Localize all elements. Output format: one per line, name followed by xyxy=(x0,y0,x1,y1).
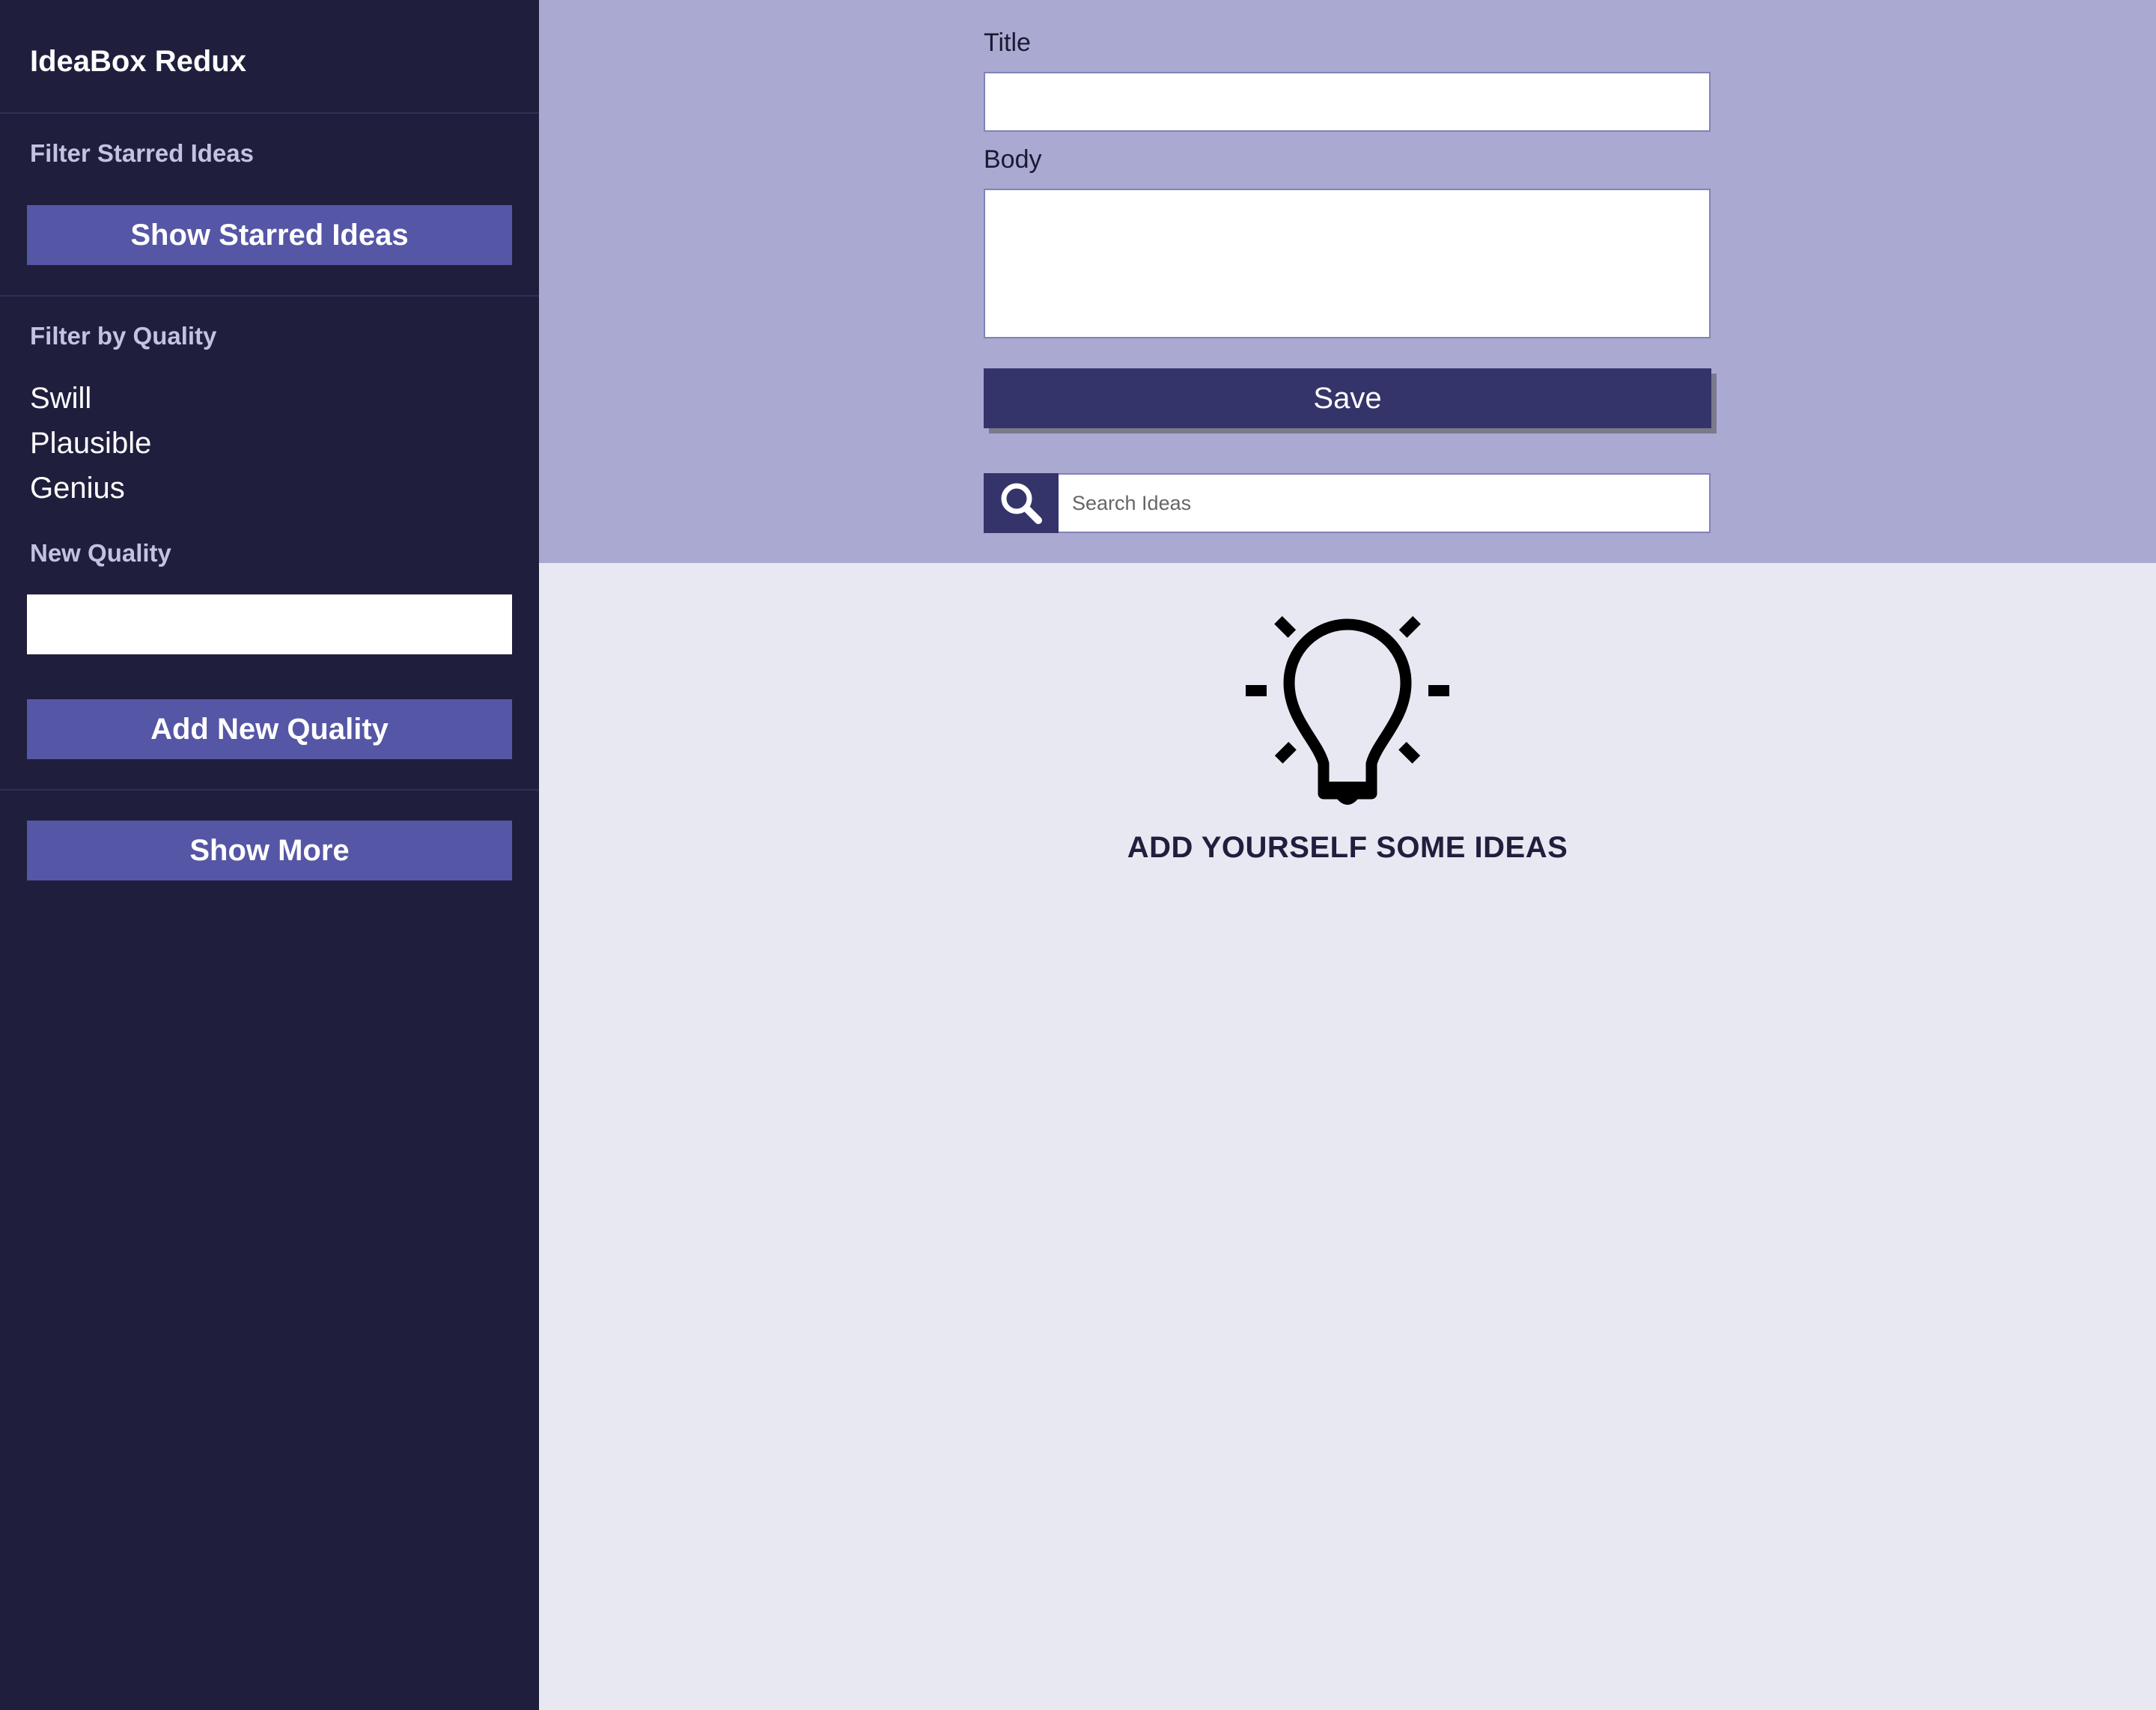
new-quality-input[interactable] xyxy=(27,594,512,654)
save-button[interactable]: Save xyxy=(984,368,1711,428)
empty-state-message: ADD YOURSELF SOME IDEAS xyxy=(1127,831,1568,864)
search-button[interactable] xyxy=(984,473,1059,533)
quality-item-genius[interactable]: Genius xyxy=(30,472,125,505)
sidebar: IdeaBox Redux Filter Starred Ideas Show … xyxy=(0,0,539,1710)
filter-quality-label: Filter by Quality xyxy=(30,322,217,350)
search-icon xyxy=(1001,483,1042,524)
show-more-button[interactable]: Show More xyxy=(27,821,512,880)
search-input[interactable] xyxy=(1059,473,1711,533)
title-label: Title xyxy=(984,28,1031,57)
add-quality-button[interactable]: Add New Quality xyxy=(27,699,512,759)
lightbulb-icon xyxy=(1246,615,1449,805)
app-title: IdeaBox Redux xyxy=(30,45,246,78)
divider xyxy=(0,112,539,114)
filter-starred-label: Filter Starred Ideas xyxy=(30,139,254,167)
divider xyxy=(0,789,539,791)
divider xyxy=(0,295,539,296)
quality-item-swill[interactable]: Swill xyxy=(30,382,91,416)
body-label: Body xyxy=(984,145,1042,174)
show-starred-button[interactable]: Show Starred Ideas xyxy=(27,205,512,265)
quality-item-plausible[interactable]: Plausible xyxy=(30,427,151,460)
body-input[interactable] xyxy=(984,189,1711,338)
new-quality-label: New Quality xyxy=(30,539,171,567)
title-input[interactable] xyxy=(984,72,1711,132)
